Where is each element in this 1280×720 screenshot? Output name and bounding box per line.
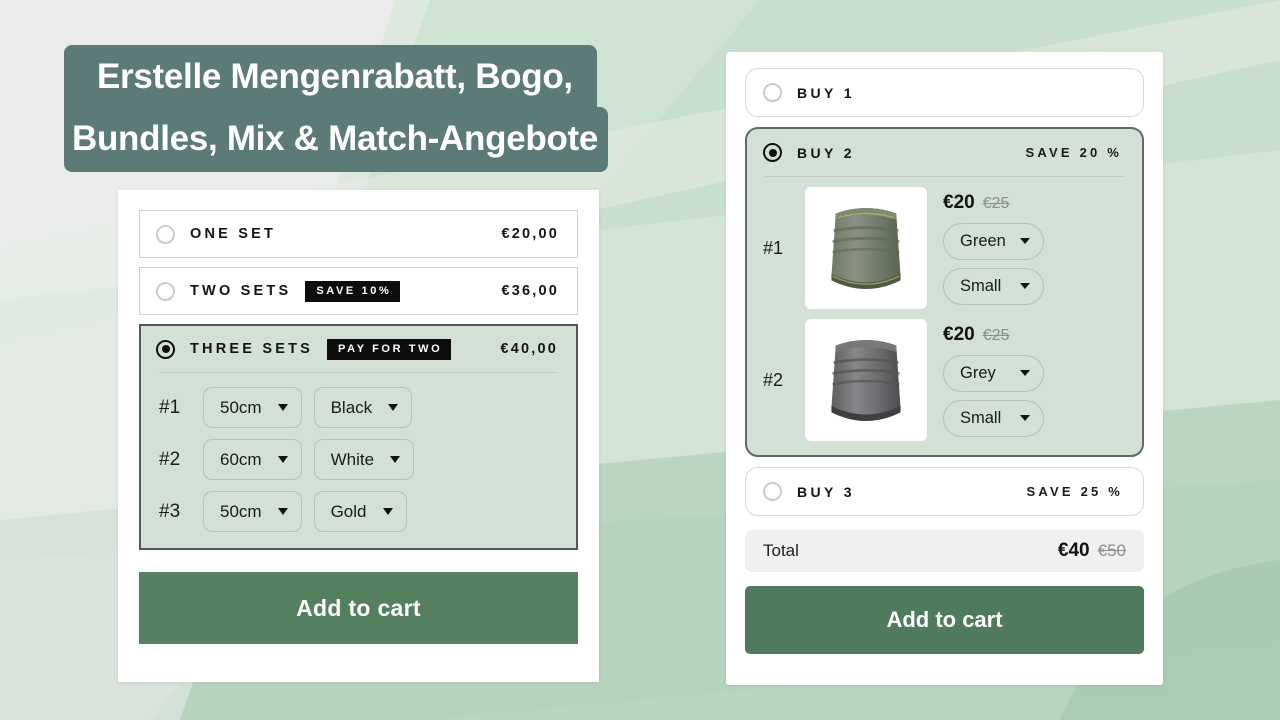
total-label: Total bbox=[763, 541, 799, 560]
total-original: €50 bbox=[1097, 541, 1126, 560]
add-to-cart-button[interactable]: Add to cart bbox=[139, 572, 578, 644]
left-option-three-sets[interactable]: THREE SETS PAY FOR TWO €40,00 #1 50cm Bl… bbox=[139, 324, 578, 550]
option-label: BUY 3 bbox=[797, 483, 855, 500]
chevron-down-icon bbox=[277, 404, 288, 411]
color-value: Grey bbox=[960, 363, 996, 382]
color-select[interactable]: Black bbox=[313, 387, 413, 428]
price-current: €20 bbox=[943, 191, 975, 213]
item-price: €20 €25 bbox=[943, 192, 1044, 214]
price-original: €25 bbox=[982, 194, 1010, 212]
color-value: Black bbox=[330, 397, 373, 417]
chevron-down-icon bbox=[277, 456, 288, 463]
size-value: Small bbox=[960, 408, 1002, 427]
item-index: #2 bbox=[763, 369, 784, 390]
variant-row: #2 60cm White bbox=[159, 439, 558, 480]
color-value: Green bbox=[960, 231, 1006, 250]
item-size-select[interactable]: Small bbox=[943, 399, 1044, 437]
item-index: #1 bbox=[763, 237, 784, 258]
item-details: €20 €25 Grey Small bbox=[943, 324, 1044, 437]
chevron-down-icon bbox=[1020, 238, 1030, 244]
size-select[interactable]: 50cm bbox=[203, 387, 302, 428]
chevron-down-icon bbox=[382, 508, 393, 515]
chevron-down-icon bbox=[1020, 415, 1030, 421]
color-value: White bbox=[330, 449, 375, 469]
option-price: €40,00 bbox=[500, 341, 558, 357]
option-label: TWO SETS bbox=[190, 283, 292, 299]
discount-badge: PAY FOR TWO bbox=[327, 338, 452, 360]
total-values: €40 €50 bbox=[1058, 540, 1126, 562]
color-select[interactable]: Gold bbox=[313, 491, 407, 532]
size-select[interactable]: 60cm bbox=[203, 439, 302, 480]
variant-index: #2 bbox=[159, 448, 181, 470]
radio-icon[interactable] bbox=[156, 281, 175, 301]
radio-icon[interactable] bbox=[763, 83, 782, 102]
price-current: €20 bbox=[943, 323, 975, 345]
item-color-select[interactable]: Grey bbox=[943, 354, 1044, 392]
bundle-item: #1 €20 €25 Green Small bbox=[763, 187, 1126, 309]
size-value: 50cm bbox=[220, 501, 262, 521]
option-label: BUY 1 bbox=[797, 84, 855, 101]
headline-line-2: Bundles, Mix & Match-Angebote bbox=[64, 107, 609, 172]
chevron-down-icon bbox=[1020, 370, 1030, 376]
left-option-one-set[interactable]: ONE SET €20,00 bbox=[139, 210, 578, 258]
left-bundle-widget: ONE SET €20,00 TWO SETS SAVE 10% €36,00 … bbox=[118, 190, 599, 682]
option-price: €20,00 bbox=[501, 226, 559, 242]
size-select[interactable]: 50cm bbox=[203, 491, 302, 532]
headline: Erstelle Mengenrabatt, Bogo, Bundles, Mi… bbox=[64, 45, 609, 172]
size-value: 60cm bbox=[220, 449, 262, 469]
discount-badge: SAVE 10% bbox=[305, 280, 401, 302]
variant-row: #3 50cm Gold bbox=[159, 491, 558, 532]
item-price: €20 €25 bbox=[943, 324, 1044, 346]
option-label: ONE SET bbox=[190, 226, 277, 242]
bundle-item: #2 €20 €25 Grey Small bbox=[763, 319, 1126, 441]
size-value: 50cm bbox=[220, 397, 262, 417]
radio-icon[interactable] bbox=[156, 224, 175, 244]
option-header[interactable]: THREE SETS PAY FOR TWO €40,00 bbox=[141, 326, 576, 372]
neck-gaiter-green-icon bbox=[831, 208, 901, 290]
color-value: Gold bbox=[330, 501, 367, 521]
right-option-buy-1[interactable]: BUY 1 bbox=[745, 68, 1144, 117]
left-option-two-sets[interactable]: TWO SETS SAVE 10% €36,00 bbox=[139, 267, 578, 315]
radio-selected-icon[interactable] bbox=[763, 143, 782, 162]
neck-gaiter-grey-icon bbox=[831, 340, 901, 422]
option-save: SAVE 25 % bbox=[1026, 484, 1123, 499]
option-save: SAVE 20 % bbox=[1025, 145, 1122, 160]
variant-row: #1 50cm Black bbox=[159, 387, 558, 428]
size-value: Small bbox=[960, 276, 1002, 295]
variant-index: #1 bbox=[159, 396, 181, 418]
total-row: Total €40 €50 bbox=[745, 530, 1144, 572]
radio-icon[interactable] bbox=[763, 482, 782, 501]
right-option-buy-2[interactable]: BUY 2 SAVE 20 % #1 €20 €25 Green Small #… bbox=[745, 127, 1144, 457]
add-to-cart-button[interactable]: Add to cart bbox=[745, 586, 1144, 654]
chevron-down-icon bbox=[390, 456, 401, 463]
variant-index: #3 bbox=[159, 500, 181, 522]
variant-selector-list: #1 50cm Black #2 60cm White #3 50cm Gold bbox=[141, 373, 576, 548]
product-thumbnail-green bbox=[805, 187, 927, 309]
option-header[interactable]: BUY 2 SAVE 20 % bbox=[747, 129, 1142, 176]
item-details: €20 €25 Green Small bbox=[943, 192, 1044, 305]
chevron-down-icon bbox=[1020, 283, 1030, 289]
bundle-item-list: #1 €20 €25 Green Small #2 €20 €25 Grey S… bbox=[747, 177, 1142, 455]
right-bundle-widget: BUY 1 BUY 2 SAVE 20 % #1 €20 €25 Green S… bbox=[726, 52, 1163, 685]
radio-selected-icon[interactable] bbox=[156, 339, 175, 359]
chevron-down-icon bbox=[388, 404, 399, 411]
item-color-select[interactable]: Green bbox=[943, 222, 1044, 260]
total-current: €40 bbox=[1057, 540, 1090, 561]
price-original: €25 bbox=[982, 326, 1010, 344]
headline-line-1: Erstelle Mengenrabatt, Bogo, bbox=[64, 45, 597, 110]
option-label: BUY 2 bbox=[797, 144, 855, 161]
option-price: €36,00 bbox=[501, 283, 559, 299]
option-label: THREE SETS bbox=[190, 341, 314, 357]
right-option-buy-3[interactable]: BUY 3 SAVE 25 % bbox=[745, 467, 1144, 516]
item-size-select[interactable]: Small bbox=[943, 267, 1044, 305]
chevron-down-icon bbox=[277, 508, 288, 515]
color-select[interactable]: White bbox=[313, 439, 415, 480]
product-thumbnail-grey bbox=[805, 319, 927, 441]
